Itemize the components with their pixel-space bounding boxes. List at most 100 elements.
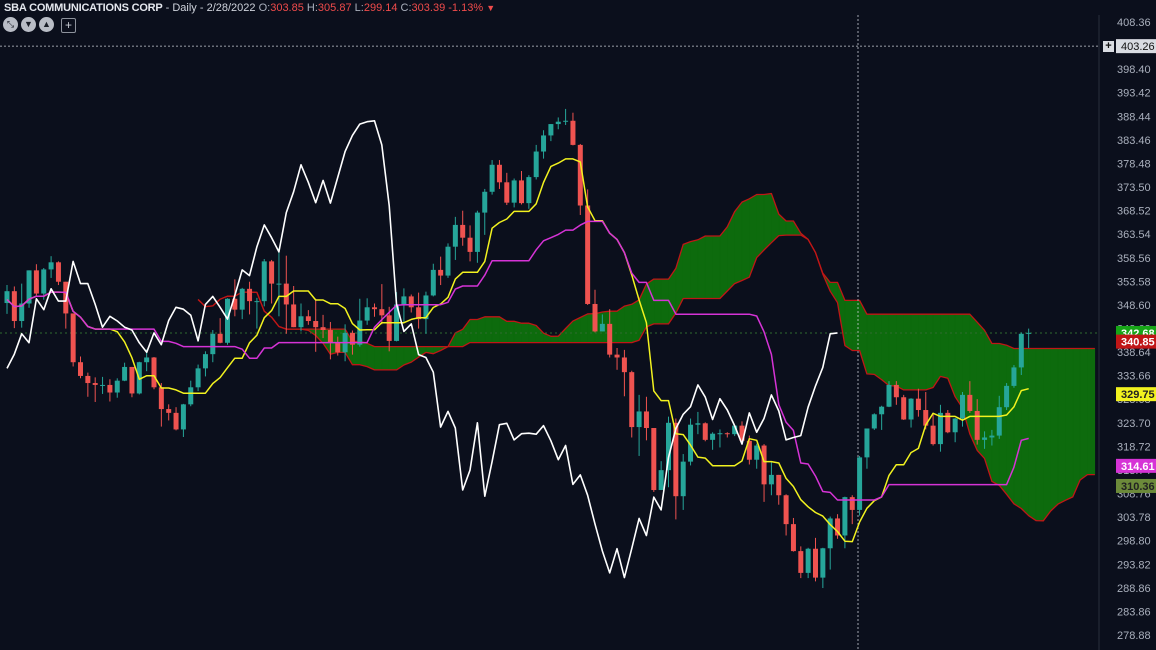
candle-up [563, 120, 569, 122]
candle-down [269, 261, 275, 284]
candle-up [100, 384, 106, 386]
price-tick-label: 353.58 [1117, 276, 1151, 288]
candle-down [496, 164, 502, 183]
candle-down [607, 323, 613, 355]
close-value: 303.39 [411, 2, 446, 14]
candle-up [768, 474, 774, 485]
candle-down [372, 307, 377, 310]
crosshair-price-label: 403.26 [1121, 41, 1155, 53]
price-tick-label: 368.52 [1117, 206, 1151, 218]
cloud-segment [866, 313, 875, 375]
candle-down [335, 342, 341, 353]
price-tick-label: 293.82 [1117, 559, 1151, 571]
candle-up [908, 398, 914, 420]
candle-up [820, 548, 826, 578]
candle-up [548, 124, 554, 136]
price-tick-label: 348.60 [1117, 300, 1151, 312]
cloud-segment [851, 300, 860, 351]
cloud-segment [984, 329, 993, 482]
candle-up [658, 470, 664, 491]
crosshair-plus-icon[interactable]: + [1103, 41, 1114, 52]
add-icon[interactable]: + [61, 18, 76, 33]
candle-up [452, 224, 458, 247]
chart-header: SBA COMMUNICATIONS CORP - Daily - 2/28/2… [4, 1, 495, 15]
price-tick-label: 393.42 [1117, 88, 1151, 100]
price-tick-label: 408.36 [1117, 17, 1151, 29]
candle-up [41, 269, 47, 294]
cloud-segment [1057, 348, 1066, 505]
candle-down [33, 270, 39, 294]
candle-down [592, 303, 598, 332]
candle-down [166, 409, 172, 413]
candle-down [967, 394, 973, 411]
zoom-out-icon[interactable]: ⤡ [3, 17, 18, 32]
candle-up [680, 461, 686, 497]
price-tick-label: 288.86 [1117, 583, 1151, 595]
cloud-segment [631, 299, 640, 343]
cloud-segment [763, 193, 772, 251]
candle-down [460, 224, 466, 238]
scroll-down-icon[interactable]: ▼ [21, 17, 36, 32]
candle-down [504, 182, 510, 203]
candle-up [871, 414, 877, 429]
candle-up [474, 212, 480, 252]
cloud-segment [734, 201, 743, 285]
cloud-segment [359, 340, 368, 367]
candle-up [489, 164, 495, 192]
candle-down [614, 354, 620, 358]
cloud-segment [940, 313, 949, 379]
cloud-segment [660, 278, 669, 325]
candle-down [247, 288, 253, 302]
candle-down [85, 375, 91, 384]
candle-up [482, 191, 488, 213]
cloud-segment [1035, 348, 1044, 522]
candle-down [386, 315, 392, 341]
candle-down [55, 262, 61, 282]
candle-down [849, 497, 855, 510]
candle-down [585, 205, 591, 304]
price-tick-label: 303.78 [1117, 512, 1151, 524]
candle-down [621, 357, 627, 373]
cloud-segment [1020, 348, 1029, 517]
candle-down [790, 524, 796, 552]
close-label: C: [400, 2, 412, 14]
candle-up [996, 407, 1002, 436]
candle-down [78, 362, 83, 376]
candle-down [813, 548, 818, 578]
candle-down [702, 423, 708, 440]
price-tick-label: 398.40 [1117, 64, 1151, 76]
candle-down [217, 333, 223, 343]
candle-down [776, 474, 782, 496]
candle-up [261, 261, 267, 302]
price-tick-label: 358.56 [1117, 253, 1151, 265]
candle-down [893, 384, 899, 398]
open-label: O: [258, 2, 271, 14]
price-tick-label: 378.48 [1117, 158, 1151, 170]
scroll-up-icon[interactable]: ▲ [39, 17, 54, 32]
candle-up [298, 316, 304, 328]
cloud-segment [785, 220, 794, 236]
price-tick-label: 338.64 [1117, 347, 1151, 359]
candle-up [1018, 333, 1024, 368]
cloud-segment [388, 346, 397, 371]
candle-down [629, 372, 635, 428]
candle-up [541, 135, 547, 152]
ichimoku-chart[interactable]: 408.36403.40398.40393.42388.44383.46378.… [0, 0, 1156, 650]
candle-up [695, 423, 701, 425]
cloud-segment [881, 313, 890, 387]
candle-up [886, 384, 892, 407]
cloud-segment [1065, 348, 1074, 501]
cloud-segment [1087, 348, 1096, 475]
open-value: 303.85 [270, 2, 304, 14]
cloud-segment [616, 305, 625, 343]
candle-up [225, 298, 230, 343]
candle-down [313, 321, 319, 328]
cloud-segment [925, 313, 934, 391]
price-tick-label: 333.66 [1117, 371, 1151, 383]
candle-down [151, 357, 157, 388]
price-tick-label: 318.72 [1117, 441, 1151, 453]
candle-down [915, 398, 921, 411]
candle-up [952, 418, 958, 433]
candle-down [974, 410, 980, 440]
candle-down [930, 425, 936, 445]
